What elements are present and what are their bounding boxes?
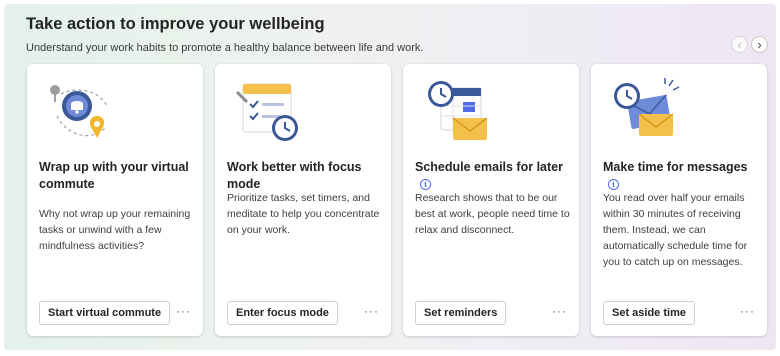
- more-options-icon[interactable]: ···: [176, 304, 191, 318]
- enter-focus-mode-button[interactable]: Enter focus mode: [227, 301, 338, 325]
- wellbeing-panel: Take action to improve your wellbeing Un…: [4, 4, 776, 350]
- panel-title: Take action to improve your wellbeing: [26, 15, 325, 33]
- card-focus-mode: Work better with focus mode Prioritize t…: [215, 64, 391, 336]
- chevron-left-icon: ‹: [737, 37, 742, 52]
- more-options-icon[interactable]: ···: [740, 304, 755, 318]
- card-virtual-commute: Wrap up with your virtual commute Why no…: [27, 64, 203, 336]
- map-pin-bell-icon: [50, 85, 108, 138]
- info-icon[interactable]: i: [420, 179, 431, 190]
- start-virtual-commute-button[interactable]: Start virtual commute: [39, 301, 171, 325]
- chevron-right-icon: ›: [757, 37, 762, 52]
- card-description: You read over half your emails within 30…: [603, 192, 748, 268]
- set-aside-time-button[interactable]: Set aside time: [603, 301, 695, 325]
- card-title: Schedule emails for lateri: [415, 160, 563, 190]
- panel-subtitle: Understand your work habits to promote a…: [26, 42, 424, 54]
- previous-button[interactable]: ‹: [731, 36, 748, 53]
- clock-envelope-icon: [614, 78, 680, 136]
- card-description: Research shows that to be our best at wo…: [415, 192, 570, 236]
- more-options-icon[interactable]: ···: [552, 304, 567, 318]
- card-title: Make time for messagesi: [603, 160, 748, 190]
- card-title: Work better with focus mode: [227, 160, 362, 191]
- calendar-clock-envelope-icon: [428, 81, 488, 140]
- set-reminders-button[interactable]: Set reminders: [415, 301, 507, 325]
- checklist-clock-icon: [235, 83, 298, 141]
- next-button[interactable]: ›: [751, 36, 768, 53]
- card-make-time-messages: Make time for messagesi You read over ha…: [591, 64, 767, 336]
- more-options-icon[interactable]: ···: [364, 304, 379, 318]
- card-description: Why not wrap up your remaining tasks or …: [39, 208, 191, 252]
- card-description: Prioritize tasks, set timers, and medita…: [227, 192, 380, 236]
- card-schedule-emails: Schedule emails for lateri Research show…: [403, 64, 579, 336]
- info-icon[interactable]: i: [608, 179, 619, 190]
- card-title: Wrap up with your virtual commute: [39, 160, 189, 191]
